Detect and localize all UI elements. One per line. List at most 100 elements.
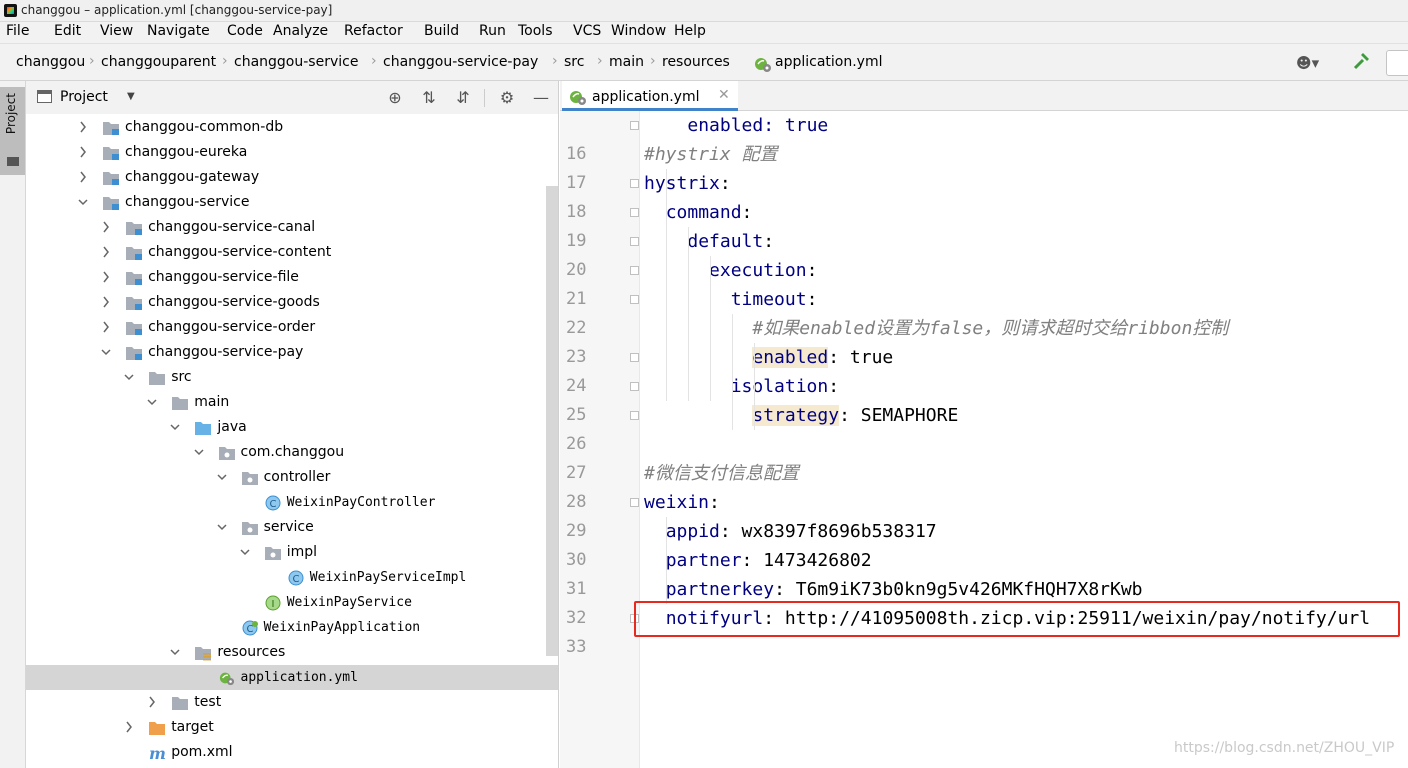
line-number: 32 [566, 608, 587, 628]
breadcrumb-item[interactable]: changgou-service-pay [383, 54, 538, 70]
chevron-right-icon[interactable] [101, 221, 111, 233]
chevron-right-icon[interactable] [124, 721, 134, 733]
fold-marker-icon[interactable] [630, 353, 639, 362]
fold-marker-icon[interactable] [630, 237, 639, 246]
tab-application-yml[interactable]: application.yml ✕ [562, 81, 738, 111]
tree-item[interactable]: C WeixinPayServiceImpl [26, 565, 558, 590]
fold-marker-icon[interactable] [630, 498, 639, 507]
expand-all-icon[interactable]: ⇅ [420, 89, 438, 107]
chevron-right-icon[interactable] [101, 246, 111, 258]
tree-item-label: changgou-service [125, 194, 250, 210]
menu-help[interactable]: Help [674, 23, 706, 39]
tree-item[interactable]: changgou-service [26, 190, 558, 215]
tree-item[interactable]: controller [26, 465, 558, 490]
indent-guide [666, 517, 667, 604]
fold-marker-icon[interactable] [630, 411, 639, 420]
menu-build[interactable]: Build [424, 23, 459, 39]
chevron-right-icon[interactable] [101, 321, 111, 333]
menu-vcs[interactable]: VCS [573, 23, 601, 39]
tree-item-label: changgou-eureka [125, 144, 248, 160]
breadcrumb-item[interactable]: changgouparent [101, 54, 216, 70]
fold-marker-icon[interactable] [630, 179, 639, 188]
line-number: 26 [566, 434, 587, 454]
chevron-down-icon[interactable] [101, 346, 111, 358]
fold-marker-icon[interactable] [630, 266, 639, 275]
tree-item[interactable]: changgou-service-content [26, 240, 558, 265]
chevron-down-icon[interactable] [124, 371, 134, 383]
chevron-down-icon[interactable] [147, 396, 157, 408]
breadcrumb-item[interactable]: resources [662, 54, 730, 70]
breadcrumb-item[interactable]: changgou-service [234, 54, 358, 70]
tree-item[interactable]: target [26, 715, 558, 740]
tree-item[interactable]: changgou-service-canal [26, 215, 558, 240]
tree-item[interactable]: C WeixinPayController [26, 490, 558, 515]
chevron-right-icon[interactable] [147, 696, 157, 708]
fold-marker-icon[interactable] [630, 121, 639, 130]
code-line: hystrix: [644, 169, 731, 198]
code-token: #如果enabled设置为false，则请求超时交给ribbon控制 [752, 318, 1229, 339]
chevron-down-icon[interactable] [78, 196, 88, 208]
project-tool-tab[interactable]: Project [0, 87, 25, 175]
tree-item[interactable]: changgou-service-order [26, 315, 558, 340]
chevron-right-icon[interactable] [101, 296, 111, 308]
tree-item[interactable]: C WeixinPayApplication [26, 615, 558, 640]
tree-item[interactable]: changgou-service-file [26, 265, 558, 290]
menu-edit[interactable]: Edit [54, 23, 81, 39]
tree-item[interactable]: src [26, 365, 558, 390]
chevron-right-icon[interactable] [78, 146, 88, 158]
collapse-all-icon[interactable]: ⇵ [454, 89, 472, 107]
build-hammer-icon[interactable] [1352, 51, 1372, 71]
tree-item[interactable]: impl [26, 540, 558, 565]
breadcrumb-item[interactable]: src [564, 54, 584, 70]
annotation-highlight-box [634, 601, 1400, 637]
tree-item[interactable]: service [26, 515, 558, 540]
tree-item[interactable]: com.changgou [26, 440, 558, 465]
fold-marker-icon[interactable] [630, 295, 639, 304]
menu-file[interactable]: File [6, 23, 29, 39]
chevron-down-icon[interactable] [217, 471, 227, 483]
user-icon[interactable]: ☻▾ [1296, 54, 1326, 72]
menu-window[interactable]: Window [611, 23, 666, 39]
run-config-combo[interactable] [1386, 50, 1408, 76]
menu-code[interactable]: Code [227, 23, 263, 39]
menu-run[interactable]: Run [479, 23, 506, 39]
gear-icon[interactable]: ⚙ [498, 89, 516, 107]
hide-panel-icon[interactable]: — [532, 89, 550, 107]
tree-item[interactable]: changgou-gateway [26, 165, 558, 190]
chevron-down-icon[interactable] [193, 446, 204, 458]
tree-item[interactable]: changgou-service-goods [26, 290, 558, 315]
menu-analyze[interactable]: Analyze [273, 23, 328, 39]
chevron-right-icon[interactable] [78, 121, 88, 133]
chevron-down-icon[interactable] [170, 646, 180, 658]
locate-icon[interactable]: ⊕ [386, 89, 404, 107]
tree-item[interactable]: resources [26, 640, 558, 665]
tree-item[interactable]: main [26, 390, 558, 415]
close-icon[interactable]: ✕ [718, 87, 730, 103]
breadcrumb-item[interactable]: application.yml [775, 54, 883, 70]
chevron-down-icon[interactable] [170, 421, 180, 433]
fold-marker-icon[interactable] [630, 208, 639, 217]
chevron-down-icon[interactable] [217, 521, 227, 533]
chevron-down-icon[interactable] [240, 546, 250, 558]
menu-refactor[interactable]: Refactor [344, 23, 403, 39]
tree-item[interactable]: test [26, 690, 558, 715]
chevron-right-icon[interactable] [101, 271, 111, 283]
chevron-right-icon[interactable] [78, 171, 88, 183]
tree-item[interactable]: changgou-eureka [26, 140, 558, 165]
breadcrumb-item[interactable]: changgou [16, 54, 85, 70]
menu-view[interactable]: View [100, 23, 133, 39]
line-number: 29 [566, 521, 587, 541]
project-panel-title[interactable]: Project [60, 89, 108, 105]
tree-item[interactable]: m pom.xml [26, 740, 558, 765]
tree-item-selected[interactable]: application.yml [26, 665, 558, 690]
chevron-down-icon[interactable]: ▼ [127, 91, 135, 102]
breadcrumb-item[interactable]: main [609, 54, 644, 70]
tree-item[interactable]: changgou-service-pay [26, 340, 558, 365]
menu-tools[interactable]: Tools [518, 23, 553, 39]
tree-item[interactable]: I WeixinPayService [26, 590, 558, 615]
tree-item[interactable]: changgou-common-db [26, 115, 558, 140]
tree-item[interactable]: java [26, 415, 558, 440]
menu-navigate[interactable]: Navigate [147, 23, 210, 39]
fold-marker-icon[interactable] [630, 382, 639, 391]
code-token: : wx8397f8696b538317 [719, 521, 937, 542]
